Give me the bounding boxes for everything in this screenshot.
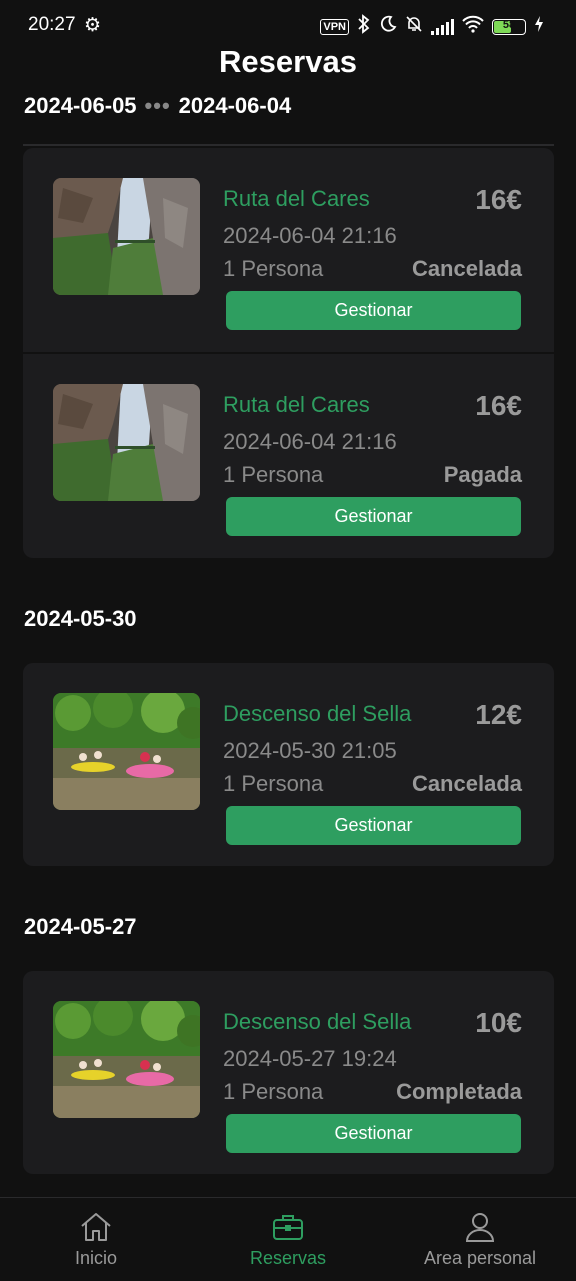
date-range-separator: ••• xyxy=(144,93,171,118)
booking-group-card: Descenso del Sella 10€ 2024-05-27 19:24 … xyxy=(23,971,554,1174)
booking-people: 1 Persona xyxy=(223,256,324,281)
nav-item-inicio[interactable]: Inicio xyxy=(0,1198,192,1281)
home-icon xyxy=(79,1212,113,1247)
booking-item: Ruta del Cares 16€ 2024-06-04 21:16 1 Pe… xyxy=(23,354,554,559)
date-from: 2024-06-05 xyxy=(24,93,137,118)
manage-button[interactable]: Gestionar xyxy=(226,497,521,536)
booking-group-card: Ruta del Cares 16€ 2024-06-04 21:16 1 Pe… xyxy=(23,148,554,558)
booking-datetime: 2024-06-04 21:16 xyxy=(223,429,397,454)
status-icons: VPN 58 xyxy=(320,14,544,39)
booking-title: Descenso del Sella xyxy=(223,1009,412,1034)
battery-level-text: 58 xyxy=(502,18,516,31)
booking-title: Descenso del Sella xyxy=(223,701,412,726)
manage-button[interactable]: Gestionar xyxy=(226,806,521,845)
booking-price: 16€ xyxy=(475,184,522,215)
river-kayak-photo xyxy=(53,693,200,810)
manage-button[interactable]: Gestionar xyxy=(226,1114,521,1153)
booking-datetime: 2024-05-27 19:24 xyxy=(223,1046,397,1071)
nav-label-area-personal: Area personal xyxy=(423,1248,537,1268)
booking-item: Ruta del Cares 16€ 2024-06-04 21:16 1 Pe… xyxy=(23,148,554,353)
vpn-icon: VPN xyxy=(320,18,349,35)
date-header: 2024-05-30 xyxy=(24,606,137,632)
booking-datetime: 2024-06-04 21:16 xyxy=(223,223,397,248)
booking-price: 16€ xyxy=(475,390,522,421)
charging-icon xyxy=(534,16,544,37)
booking-datetime: 2024-05-30 21:05 xyxy=(223,738,397,763)
manage-button[interactable]: Gestionar xyxy=(226,291,521,330)
divider xyxy=(23,144,554,146)
booking-people: 1 Persona xyxy=(223,462,324,487)
canyon-trail-photo xyxy=(53,384,200,501)
wifi-icon xyxy=(462,15,484,38)
booking-title: Ruta del Cares xyxy=(223,392,370,417)
nav-item-reservas[interactable]: Reservas xyxy=(192,1198,384,1281)
bluetooth-icon xyxy=(357,14,371,39)
date-to: 2024-06-04 xyxy=(178,93,292,118)
booking-item: Descenso del Sella 12€ 2024-05-30 21:05 … xyxy=(23,663,554,868)
battery-icon: 58 xyxy=(492,18,526,35)
booking-status: Cancelada xyxy=(411,256,522,281)
settings-gear-icon: ⚙ xyxy=(84,15,102,36)
canyon-trail-photo xyxy=(53,178,200,295)
date-header: 2024-05-27 xyxy=(24,914,137,940)
booking-price: 12€ xyxy=(475,699,522,730)
booking-group-card: Descenso del Sella 12€ 2024-05-30 21:05 … xyxy=(23,663,554,866)
bottom-navigation: Inicio Reservas Area personal xyxy=(0,1197,576,1281)
group-date: 2024-05-30 xyxy=(24,606,137,631)
booking-status: Cancelada xyxy=(411,771,522,796)
bell-off-icon xyxy=(405,15,423,38)
status-time: 20:27 xyxy=(28,14,76,35)
group-date: 2024-05-27 xyxy=(24,914,137,939)
booking-people: 1 Persona xyxy=(223,1079,324,1104)
booking-item: Descenso del Sella 10€ 2024-05-27 19:24 … xyxy=(23,971,554,1176)
river-kayak-photo xyxy=(53,1001,200,1118)
nav-item-area-personal[interactable]: Area personal xyxy=(384,1198,576,1281)
booking-title: Ruta del Cares xyxy=(223,186,370,211)
booking-price: 10€ xyxy=(475,1007,522,1038)
user-icon xyxy=(463,1212,497,1247)
booking-status: Pagada xyxy=(443,462,522,487)
nav-label-reservas: Reservas xyxy=(249,1248,327,1268)
briefcase-icon xyxy=(271,1212,305,1247)
signal-icon xyxy=(431,18,454,35)
booking-status: Completada xyxy=(396,1079,522,1104)
nav-label-inicio: Inicio xyxy=(74,1248,118,1268)
page-title: Reservas xyxy=(219,44,357,79)
date-range-header: 2024-06-05 ••• 2024-06-04 xyxy=(24,93,291,119)
booking-people: 1 Persona xyxy=(223,771,324,796)
moon-icon xyxy=(379,15,397,38)
